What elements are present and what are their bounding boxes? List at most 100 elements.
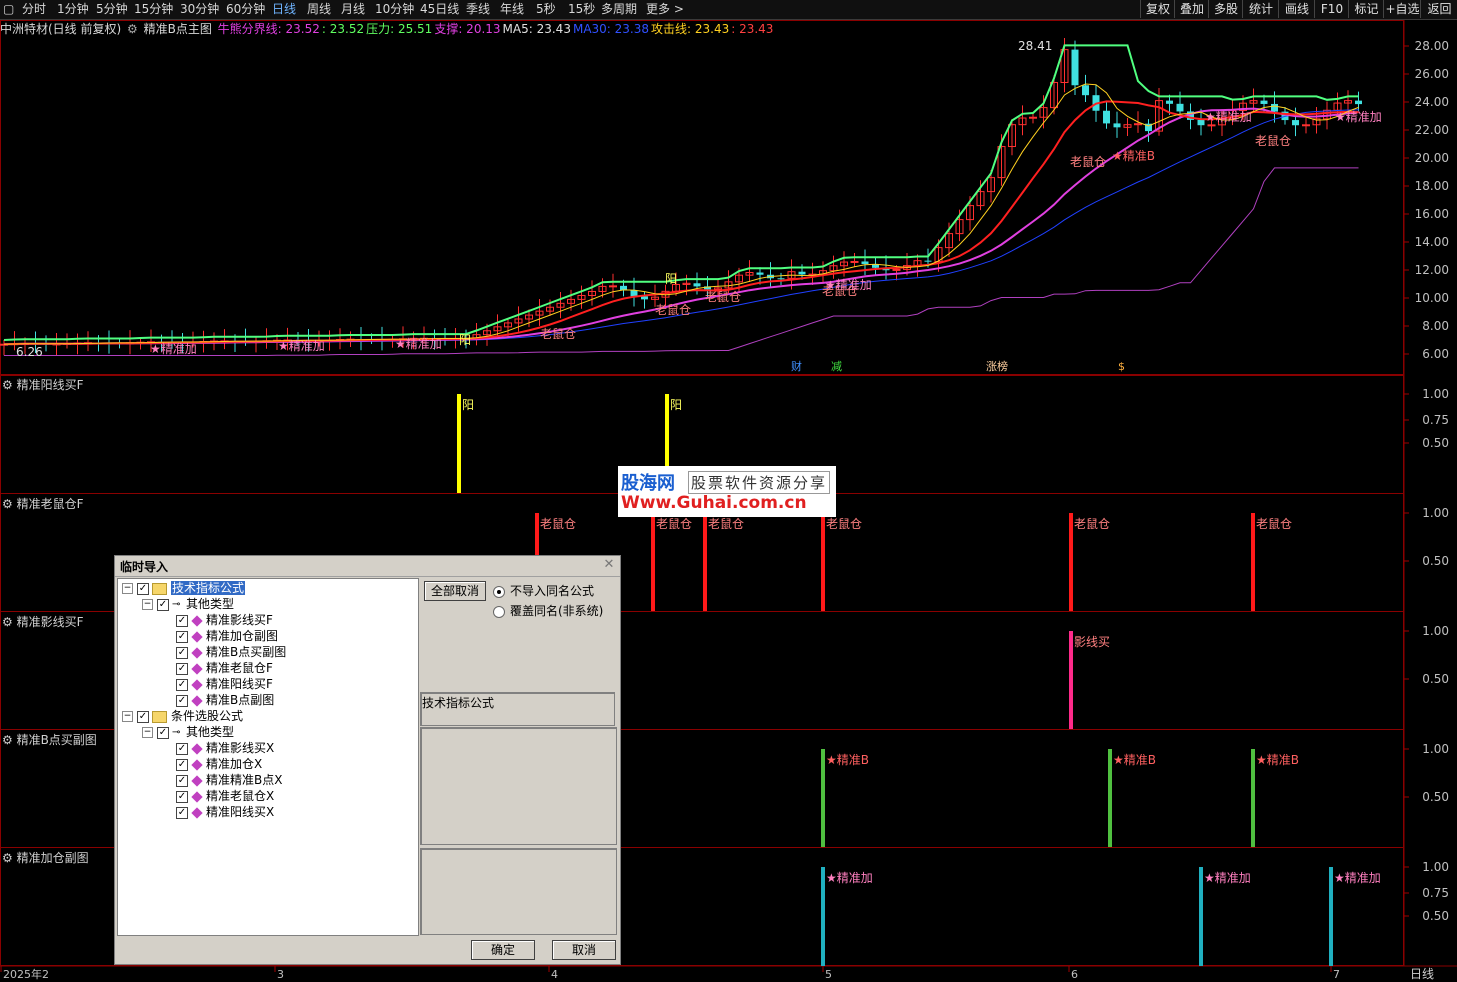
checkbox-checked-icon[interactable]: ✓ (176, 614, 188, 627)
checkbox-checked-icon[interactable]: ✓ (137, 710, 149, 723)
watermark-url: Www.Guhai.com.cn (621, 493, 807, 513)
checkbox-checked-icon[interactable]: ✓ (176, 774, 188, 787)
tree-node-13[interactable]: ✓ 精准老鼠仓X (162, 788, 274, 804)
signal-label: 阳 (459, 333, 471, 347)
tree-node-label: 精准阳线买F (206, 677, 273, 691)
signal-bar-label: 老鼠仓 (656, 517, 692, 531)
dialog-titlebar[interactable]: 临时导入 ✕ (115, 556, 620, 577)
formula-icon (191, 758, 203, 771)
period-indicator[interactable]: 日线 (1410, 965, 1434, 982)
price-tick-label: 6.00 (1422, 347, 1449, 361)
panel-tick-label: 0.50 (1422, 790, 1449, 804)
tree-node-5[interactable]: ✓ 精准老鼠仓F (162, 660, 273, 676)
radio-unselected-icon (493, 605, 505, 618)
price-tick-label: 18.00 (1415, 179, 1449, 193)
panel-tick-label: 0.50 (1422, 554, 1449, 568)
tree-node-0[interactable]: − ✓ 技术指标公式 (122, 580, 246, 596)
tree-node-8[interactable]: − ✓ 条件选股公式 (122, 708, 243, 724)
signal-bar (1251, 749, 1255, 847)
candle-up (1302, 124, 1310, 127)
panel-tick-label: 1.00 (1422, 387, 1449, 401)
tree-node-7[interactable]: ✓ 精准B点副图 (162, 692, 274, 708)
candle-down (1103, 110, 1110, 124)
candle-down (798, 271, 806, 275)
signal-bar-label: ★精准加 (826, 871, 873, 885)
watermark-brand: 股海网 (621, 473, 675, 494)
signal-label: 老鼠仓 (655, 303, 691, 317)
folder-icon (152, 710, 167, 723)
collapse-icon[interactable]: − (142, 727, 153, 738)
panel-title-laoshucang[interactable]: ⚙ 精准老鼠仓F (2, 495, 83, 512)
checkbox-checked-icon[interactable]: ✓ (176, 790, 188, 803)
panel-title-yingxian[interactable]: ⚙ 精准影线买F (2, 613, 83, 630)
signal-bar (651, 513, 655, 611)
signal-bar-label: 老鼠仓 (1074, 517, 1110, 531)
candle-up (609, 285, 617, 288)
candle-up (1207, 124, 1216, 127)
tree-node-12[interactable]: ✓ 精准精准B点X (162, 772, 282, 788)
cancel-all-button[interactable]: 全部取消 (424, 581, 486, 601)
checkbox-checked-icon[interactable]: ✓ (176, 678, 188, 691)
tree-node-label: 其他类型 (186, 725, 235, 739)
tree-node-1[interactable]: − ✓ ⊸ 其他类型 (142, 596, 234, 612)
tree-node-3[interactable]: ✓ 精准加仓副图 (162, 628, 278, 644)
candle-up (1029, 116, 1037, 119)
panel-title-bpoint[interactable]: ⚙ 精准B点买副图 (2, 731, 97, 748)
signal-bar-label: ★精准B (1113, 753, 1156, 767)
checkbox-checked-icon[interactable]: ✓ (176, 630, 188, 643)
price-tick-label: 28.00 (1415, 39, 1449, 53)
checkbox-checked-icon[interactable]: ✓ (176, 694, 188, 707)
signal-bar (457, 394, 461, 493)
close-icon[interactable]: ✕ (602, 558, 616, 572)
tree-node-10[interactable]: ✓ 精准影线买X (162, 740, 274, 756)
collapse-icon[interactable]: − (142, 599, 153, 610)
checkbox-checked-icon[interactable]: ✓ (176, 758, 188, 771)
price-tick-label: 22.00 (1415, 123, 1449, 137)
signal-label: 阳 (665, 272, 677, 286)
candle-down (756, 272, 764, 275)
tree-node-14[interactable]: ✓ 精准阳线买X (162, 804, 274, 820)
tree-node-label: 精准影线买F (206, 613, 273, 627)
checkbox-checked-icon[interactable]: ✓ (157, 598, 169, 611)
x-tick-label: 2025年2 (3, 967, 49, 980)
signal-bar (1329, 867, 1333, 966)
signal-bar-label: 阳 (462, 398, 474, 412)
checkbox-checked-icon[interactable]: ✓ (176, 646, 188, 659)
signal-label: ★精准加 (150, 342, 197, 356)
panel-title-yang[interactable]: ⚙ 精准阳线买F (2, 376, 83, 393)
tree-node-4[interactable]: ✓ 精准B点买副图 (162, 644, 286, 660)
tree-node-label: 精准加仓副图 (206, 629, 279, 643)
price-tick-label: 14.00 (1415, 235, 1449, 249)
cancel-button[interactable]: 取消 (552, 940, 616, 960)
signal-bar (821, 749, 825, 847)
price-tick-label: 16.00 (1415, 207, 1449, 221)
radio-overwrite[interactable]: 覆盖同名(非系统) (493, 602, 603, 619)
tree-node-label: 精准B点买副图 (206, 645, 287, 659)
tree-node-11[interactable]: ✓ 精准加仓X (162, 756, 262, 772)
formula-tree[interactable]: − ✓ 技术指标公式 − ✓ ⊸ 其他类型 ✓ 精准影线买F ✓ 精准加仓副图 ✓ 精准B点买副图 ✓ 精准… (117, 578, 419, 936)
signal-label: ★精准加 (1335, 110, 1382, 124)
tree-node-6[interactable]: ✓ 精准阳线买F (162, 676, 273, 692)
candle-down (924, 260, 932, 262)
tree-node-2[interactable]: ✓ 精准影线买F (162, 612, 273, 628)
formula-icon (191, 646, 203, 659)
collapse-icon[interactable]: − (122, 583, 133, 594)
checkbox-checked-icon[interactable]: ✓ (176, 662, 188, 675)
signal-label: ★精准加 (395, 337, 442, 351)
tree-node-9[interactable]: − ✓ ⊸ 其他类型 (142, 724, 234, 740)
signal-label: 老鼠仓 (1255, 134, 1291, 148)
signal-bar-label: 老鼠仓 (540, 517, 576, 531)
checkbox-checked-icon[interactable]: ✓ (176, 806, 188, 819)
checkbox-checked-icon[interactable]: ✓ (176, 742, 188, 755)
checkbox-checked-icon[interactable]: ✓ (137, 582, 149, 595)
candle-down (1113, 123, 1121, 128)
formula-icon (191, 742, 203, 755)
panel-title-jiacang[interactable]: ⚙ 精准加仓副图 (2, 849, 89, 866)
ok-button[interactable]: 确定 (471, 940, 535, 960)
tree-node-label: 精准老鼠仓F (206, 661, 273, 675)
radio-no-import[interactable]: 不导入同名公式 (493, 582, 594, 599)
candle-down (1176, 103, 1184, 112)
formula-icon (191, 774, 203, 787)
checkbox-checked-icon[interactable]: ✓ (157, 726, 169, 739)
collapse-icon[interactable]: − (122, 711, 133, 722)
